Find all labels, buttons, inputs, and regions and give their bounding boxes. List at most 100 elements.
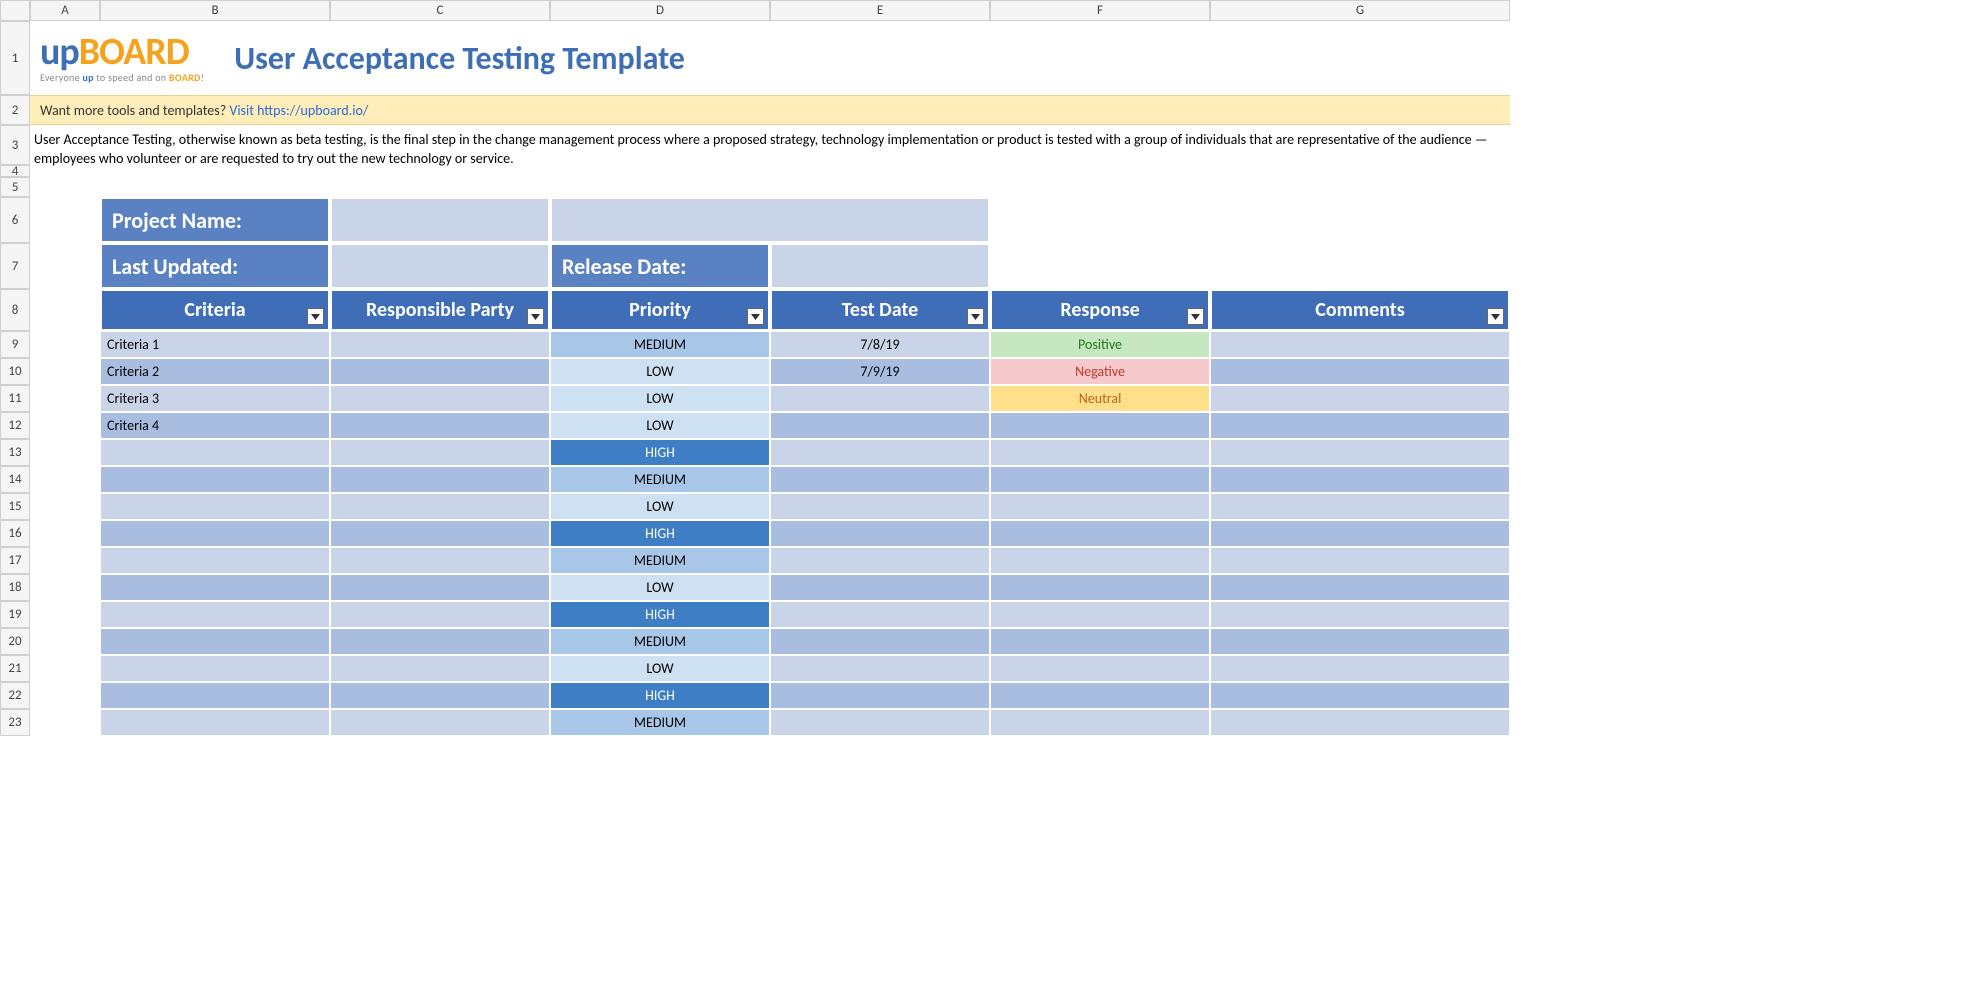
priority-cell[interactable]: HIGH [550,520,770,547]
criteria-cell[interactable] [100,655,330,682]
cell-A9[interactable] [30,331,100,358]
row-header-23[interactable]: 23 [0,709,30,736]
row-header-5[interactable]: 5 [0,177,30,197]
priority-cell[interactable]: LOW [550,385,770,412]
priority-cell[interactable]: MEDIUM [550,466,770,493]
priority-cell[interactable]: HIGH [550,601,770,628]
comments-cell[interactable] [1210,493,1510,520]
comments-cell[interactable] [1210,439,1510,466]
response-cell[interactable] [990,466,1210,493]
last-updated-value[interactable] [330,243,550,289]
filter-button-comments[interactable] [1487,308,1504,325]
criteria-cell[interactable] [100,601,330,628]
party-cell[interactable] [330,682,550,709]
cell-A19[interactable] [30,601,100,628]
criteria-cell[interactable] [100,682,330,709]
party-cell[interactable] [330,520,550,547]
test-date-cell[interactable] [770,412,990,439]
priority-cell[interactable]: MEDIUM [550,709,770,736]
cell-A7[interactable] [30,243,100,289]
row-header-9[interactable]: 9 [0,331,30,358]
priority-cell[interactable]: LOW [550,655,770,682]
priority-cell[interactable]: HIGH [550,682,770,709]
party-cell[interactable] [330,439,550,466]
test-date-cell[interactable] [770,520,990,547]
cell-A6[interactable] [30,197,100,243]
response-cell[interactable]: Positive [990,331,1210,358]
priority-cell[interactable]: MEDIUM [550,547,770,574]
party-cell[interactable] [330,655,550,682]
party-cell[interactable] [330,709,550,736]
party-cell[interactable] [330,601,550,628]
cell-G7[interactable] [1210,243,1510,289]
criteria-cell[interactable]: Criteria 3 [100,385,330,412]
priority-cell[interactable]: LOW [550,493,770,520]
party-cell[interactable] [330,331,550,358]
criteria-cell[interactable] [100,709,330,736]
cell-A20[interactable] [30,628,100,655]
row-header-12[interactable]: 12 [0,412,30,439]
comments-cell[interactable] [1210,358,1510,385]
cell-A8[interactable] [30,289,100,331]
criteria-cell[interactable] [100,628,330,655]
priority-cell[interactable]: HIGH [550,439,770,466]
criteria-cell[interactable] [100,574,330,601]
filter-button-party[interactable] [527,308,544,325]
row-header-11[interactable]: 11 [0,385,30,412]
response-cell[interactable] [990,412,1210,439]
cell-F6[interactable] [990,197,1210,243]
cell-A17[interactable] [30,547,100,574]
col-header-G[interactable]: G [1210,0,1510,21]
criteria-cell[interactable] [100,547,330,574]
col-header-F[interactable]: F [990,0,1210,21]
row-header-1[interactable]: 1 [0,21,30,95]
comments-cell[interactable] [1210,628,1510,655]
row-header-10[interactable]: 10 [0,358,30,385]
test-date-cell[interactable] [770,682,990,709]
criteria-cell[interactable] [100,466,330,493]
response-cell[interactable] [990,628,1210,655]
criteria-cell[interactable] [100,439,330,466]
test-date-cell[interactable] [770,709,990,736]
row-header-15[interactable]: 15 [0,493,30,520]
test-date-cell[interactable]: 7/8/19 [770,331,990,358]
test-date-cell[interactable] [770,601,990,628]
cell-A12[interactable] [30,412,100,439]
cell-A23[interactable] [30,709,100,736]
party-cell[interactable] [330,628,550,655]
comments-cell[interactable] [1210,601,1510,628]
priority-cell[interactable]: LOW [550,574,770,601]
cell-A21[interactable] [30,655,100,682]
party-cell[interactable] [330,358,550,385]
test-date-cell[interactable] [770,655,990,682]
col-header-B[interactable]: B [100,0,330,21]
row-header-3[interactable]: 3 [0,125,30,165]
comments-cell[interactable] [1210,412,1510,439]
test-date-cell[interactable]: 7/9/19 [770,358,990,385]
row-header-20[interactable]: 20 [0,628,30,655]
filter-button-priority[interactable] [747,308,764,325]
response-cell[interactable] [990,493,1210,520]
filter-button-criteria[interactable] [307,308,324,325]
comments-cell[interactable] [1210,655,1510,682]
filter-button-test-date[interactable] [967,308,984,325]
col-header-E[interactable]: E [770,0,990,21]
response-cell[interactable] [990,682,1210,709]
criteria-cell[interactable] [100,493,330,520]
cell-A16[interactable] [30,520,100,547]
response-cell[interactable]: Neutral [990,385,1210,412]
priority-cell[interactable]: LOW [550,412,770,439]
test-date-cell[interactable] [770,574,990,601]
filter-button-response[interactable] [1187,308,1204,325]
criteria-cell[interactable]: Criteria 1 [100,331,330,358]
comments-cell[interactable] [1210,331,1510,358]
cell-G6[interactable] [1210,197,1510,243]
select-all-corner[interactable] [0,0,30,21]
row-header-2[interactable]: 2 [0,95,30,125]
response-cell[interactable] [990,574,1210,601]
comments-cell[interactable] [1210,682,1510,709]
test-date-cell[interactable] [770,466,990,493]
release-date-value[interactable] [770,243,990,289]
row-header-14[interactable]: 14 [0,466,30,493]
response-cell[interactable] [990,520,1210,547]
